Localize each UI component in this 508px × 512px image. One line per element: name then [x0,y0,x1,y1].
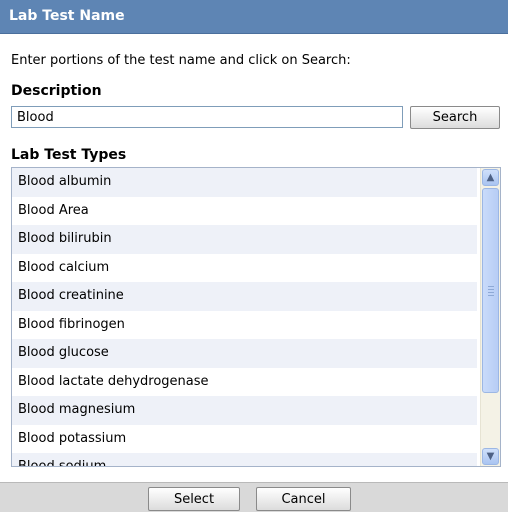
cancel-button[interactable]: Cancel [256,487,351,511]
list-item[interactable]: Blood lactate dehydrogenase [12,367,477,396]
list-item[interactable]: Blood glucose [12,339,477,368]
dialog-title-bar: Lab Test Name [0,0,508,34]
list-item[interactable]: Blood sodium [12,453,477,466]
chevron-down-icon[interactable]: ▼ [482,448,499,465]
search-button[interactable]: Search [410,106,500,129]
grip-line [488,286,494,287]
list-item[interactable]: Blood fibrinogen [12,310,477,339]
scrollbar-thumb[interactable] [482,188,499,393]
chevron-up-icon[interactable]: ▲ [482,169,499,186]
instructions-text: Enter portions of the test name and clic… [11,53,351,68]
list-item[interactable]: Blood Area [12,196,477,225]
grip-line [488,295,494,296]
grip-line [488,289,494,290]
list-item[interactable]: Blood bilirubin [12,225,477,254]
lab-test-types-list[interactable]: Blood albumin Blood Area Blood bilirubin… [11,167,501,467]
grip-line [488,292,494,293]
list-item[interactable]: Blood calcium [12,253,477,282]
dialog-title: Lab Test Name [9,8,125,24]
list-item[interactable]: Blood magnesium [12,396,477,425]
vertical-scrollbar[interactable]: ▲ ▼ [480,168,500,466]
dialog-footer: Select Cancel [0,482,508,512]
lab-test-types-label: Lab Test Types [11,147,127,163]
list-item[interactable]: Blood albumin [12,168,477,197]
list-item[interactable]: Blood potassium [12,424,477,453]
description-input[interactable] [11,106,403,128]
list-item[interactable]: Blood creatinine [12,282,477,311]
list-items: Blood albumin Blood Area Blood bilirubin… [12,168,477,466]
description-label: Description [11,83,102,99]
select-button[interactable]: Select [148,487,240,511]
